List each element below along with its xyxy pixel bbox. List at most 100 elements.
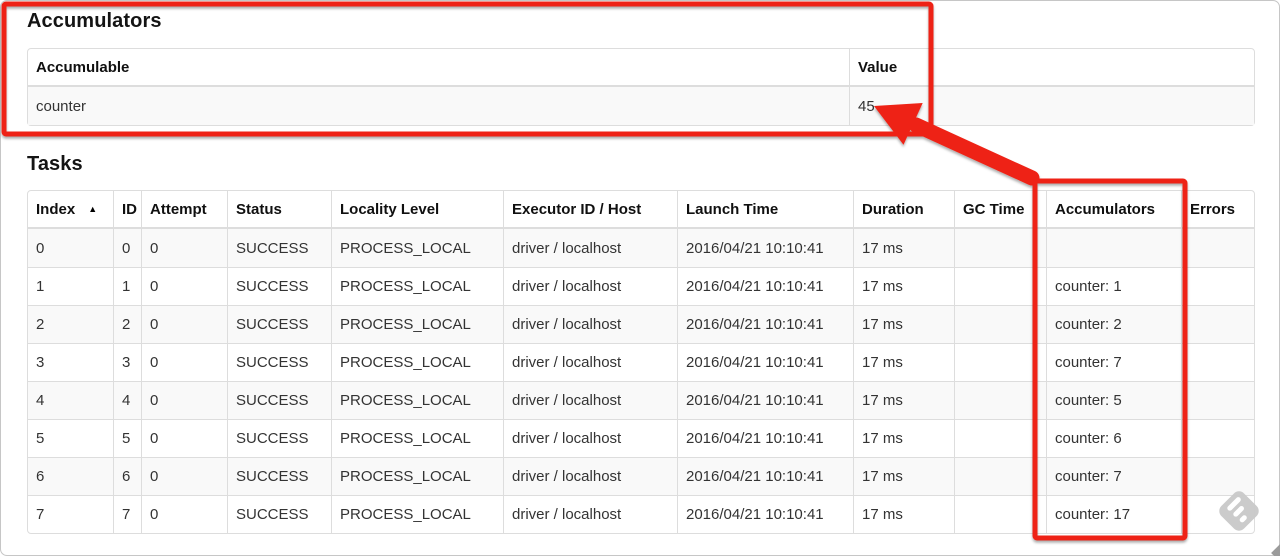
tasks-table-cell-id: 7: [113, 495, 141, 533]
tasks-table-cell-attempt: 0: [141, 495, 227, 533]
sort-ascending-icon: ▲: [88, 203, 98, 214]
tasks-table-cell-status: SUCCESS: [227, 457, 331, 495]
tasks-table-cell-launch-time: 2016/04/21 10:10:41: [677, 419, 853, 457]
tasks-table-cell-attempt: 0: [141, 343, 227, 381]
tasks-table-header-accumulators[interactable]: Accumulators: [1046, 191, 1181, 229]
tasks-table-header-executor-id-host[interactable]: Executor ID / Host: [503, 191, 677, 229]
tasks-table-cell-attempt: 0: [141, 457, 227, 495]
tasks-table-cell-errors: [1181, 457, 1254, 495]
accumulators-table-header-value: Value: [849, 49, 1254, 87]
tasks-table-cell-id: 6: [113, 457, 141, 495]
table-row: 6 6 0 SUCCESS PROCESS_LOCAL driver / localhos…: [28, 457, 1254, 495]
tasks-table-cell-index: 4: [28, 381, 113, 419]
tasks-table-cell-executor-id-host: driver / localhost: [503, 229, 677, 267]
tasks-table-cell-accumulators: counter: 7: [1046, 343, 1181, 381]
tasks-table-cell-launch-time: 2016/04/21 10:10:41: [677, 381, 853, 419]
tasks-table-header-locality-level[interactable]: Locality Level: [331, 191, 503, 229]
accumulators-table-header-accumulable: Accumulable: [28, 49, 849, 87]
tasks-table-cell-locality-level: PROCESS_LOCAL: [331, 381, 503, 419]
tasks-table-cell-gc-time: [954, 343, 1046, 381]
tasks-table-cell-locality-level: PROCESS_LOCAL: [331, 305, 503, 343]
tasks-table-cell-executor-id-host: driver / localhost: [503, 343, 677, 381]
tasks-table-cell-gc-time: [954, 305, 1046, 343]
tasks-table-cell-id: 1: [113, 267, 141, 305]
tasks-table-cell-index: 5: [28, 419, 113, 457]
accumulators-table-cell-accumulable: counter: [36, 97, 87, 115]
tasks-table-cell-attempt: 0: [141, 381, 227, 419]
tasks-table-header-duration[interactable]: Duration: [853, 191, 954, 229]
tasks-table-cell-executor-id-host: driver / localhost: [503, 419, 677, 457]
tasks-table-cell-id: 3: [113, 343, 141, 381]
tasks-table-cell-index: 6: [28, 457, 113, 495]
table-row: counter 45: [28, 87, 1254, 125]
spark-stage-page: Accumulators Accumulable Value counter 45 …: [0, 0, 1280, 556]
tasks-table-cell-duration: 17 ms: [853, 343, 954, 381]
tasks-table-cell-duration: 17 ms: [853, 457, 954, 495]
tasks-table-cell-status: SUCCESS: [227, 267, 331, 305]
tasks-table-cell-accumulators: counter: 2: [1046, 305, 1181, 343]
table-row: 0 0 0 SUCCESS PROCESS_LOCAL driver / localhos…: [28, 229, 1254, 267]
tasks-table-cell-gc-time: [954, 495, 1046, 533]
tasks-table-header-attempt[interactable]: Attempt: [141, 191, 227, 229]
table-row: 7 7 0 SUCCESS PROCESS_LOCAL driver / localhos…: [28, 495, 1254, 533]
tasks-table-header-launch-time[interactable]: Launch Time: [677, 191, 853, 229]
tasks-table-header-gc-time[interactable]: GC Time: [954, 191, 1046, 229]
tasks-table-cell-errors: [1181, 229, 1254, 267]
table-row: 4 4 0 SUCCESS PROCESS_LOCAL driver / localhos…: [28, 381, 1254, 419]
tasks-table-cell-status: SUCCESS: [227, 381, 331, 419]
tasks-table-cell-errors: [1181, 419, 1254, 457]
tasks-table-cell-index: 3: [28, 343, 113, 381]
tasks-table-cell-accumulators: counter: 7: [1046, 457, 1181, 495]
tasks-table-cell-id: 4: [113, 381, 141, 419]
tasks-table-cell-accumulators: [1046, 229, 1181, 267]
tasks-table-cell-duration: 17 ms: [853, 381, 954, 419]
tasks-table-cell-launch-time: 2016/04/21 10:10:41: [677, 267, 853, 305]
tasks-table-header-status[interactable]: Status: [227, 191, 331, 229]
table-row: 5 5 0 SUCCESS PROCESS_LOCAL driver / localhos…: [28, 419, 1254, 457]
tasks-table-cell-locality-level: PROCESS_LOCAL: [331, 229, 503, 267]
tasks-section-title: Tasks: [27, 153, 83, 175]
tasks-table-cell-status: SUCCESS: [227, 343, 331, 381]
accumulators-table-cell-value: 45: [849, 87, 1254, 125]
tasks-table-cell-executor-id-host: driver / localhost: [503, 305, 677, 343]
tasks-table-cell-index: 2: [28, 305, 113, 343]
tasks-table-cell-locality-level: PROCESS_LOCAL: [331, 419, 503, 457]
tasks-table-cell-status: SUCCESS: [227, 495, 331, 533]
tasks-table-cell-executor-id-host: driver / localhost: [503, 457, 677, 495]
tasks-table-cell-locality-level: PROCESS_LOCAL: [331, 457, 503, 495]
tasks-table-cell-attempt: 0: [141, 267, 227, 305]
tasks-table-cell-launch-time: 2016/04/21 10:10:41: [677, 305, 853, 343]
tasks-table-cell-duration: 17 ms: [853, 229, 954, 267]
tasks-table-cell-launch-time: 2016/04/21 10:10:41: [677, 495, 853, 533]
tasks-table-cell-index: 1: [28, 267, 113, 305]
tasks-table-header-errors[interactable]: Errors: [1181, 191, 1254, 229]
tasks-table-cell-accumulators: counter: 5: [1046, 381, 1181, 419]
tasks-table-cell-status: SUCCESS: [227, 419, 331, 457]
header-row: Accumulable Value: [28, 49, 1254, 87]
tasks-table-cell-errors: [1181, 267, 1254, 305]
tasks-table-cell-index: 0: [36, 239, 45, 257]
table-row: 1 1 0 SUCCESS PROCESS_LOCAL driver / localhos…: [28, 267, 1254, 305]
tasks-table-cell-executor-id-host: driver / localhost: [503, 495, 677, 533]
tasks-table-cell-launch-time: 2016/04/21 10:10:41: [677, 343, 853, 381]
tasks-table-cell-id: 2: [113, 305, 141, 343]
tasks-table-header-index[interactable]: Index ▲: [28, 191, 113, 229]
tasks-table-cell-errors: [1181, 495, 1254, 533]
tasks-table-cell-accumulators: counter: 1: [1046, 267, 1181, 305]
tasks-table-cell-accumulators: counter: 6: [1046, 419, 1181, 457]
tasks-table-cell-accumulators: counter: 17: [1046, 495, 1181, 533]
tasks-table-cell-gc-time: [954, 381, 1046, 419]
tasks-table-cell-locality-level: PROCESS_LOCAL: [331, 267, 503, 305]
accumulators-table: Accumulable Value counter 45: [27, 48, 1255, 126]
tasks-table-cell-gc-time: [954, 229, 1046, 267]
tasks-table-cell-gc-time: [954, 419, 1046, 457]
header-row: Index ▲ ID Attempt Status Locality Level Execu…: [28, 191, 1254, 229]
tasks-table-cell-duration: 17 ms: [853, 267, 954, 305]
tasks-table-cell-status: SUCCESS: [227, 305, 331, 343]
tasks-table-cell-locality-level: PROCESS_LOCAL: [331, 343, 503, 381]
tasks-table-cell-duration: 17 ms: [853, 495, 954, 533]
tasks-table-header-id[interactable]: ID: [113, 191, 141, 229]
tasks-table-cell-errors: [1181, 343, 1254, 381]
accumulators-section-title: Accumulators: [27, 10, 162, 32]
tasks-table: Index ▲ ID Attempt Status Locality Level Execu…: [27, 190, 1255, 534]
